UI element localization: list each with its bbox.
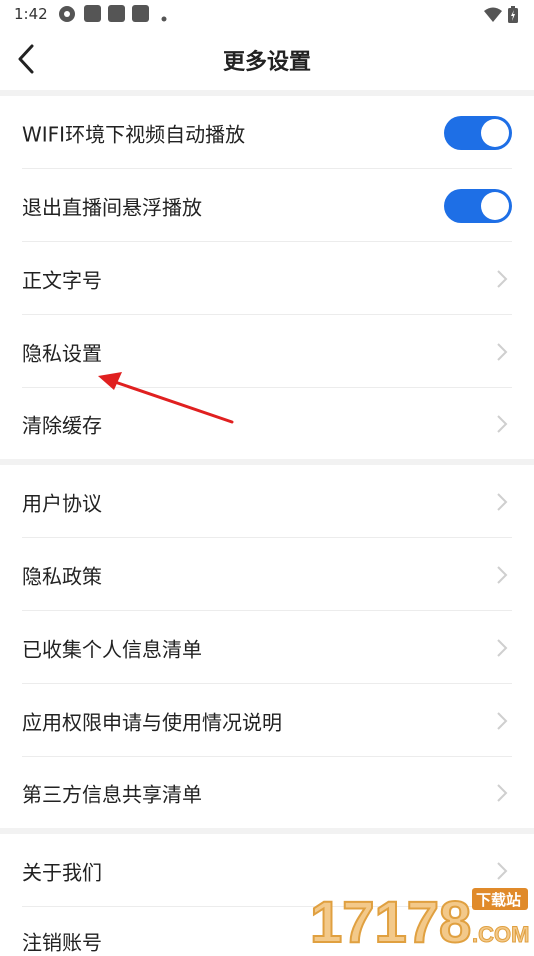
- header: 更多设置: [0, 28, 534, 90]
- svg-text:下载站: 下载站: [476, 891, 521, 909]
- chevron-right-icon: [497, 565, 508, 584]
- watermark-17178-logo: 17178 下载站 .COM: [309, 888, 530, 956]
- chevron-right-icon: [497, 269, 508, 288]
- setting-label: 用户协议: [22, 491, 102, 515]
- app-notification-icon: [58, 5, 76, 27]
- setting-row-permissions[interactable]: 应用权限申请与使用情况说明: [0, 684, 534, 757]
- setting-row-privacy-policy[interactable]: 隐私政策: [0, 538, 534, 611]
- setting-label: 清除缓存: [22, 413, 102, 437]
- floating-play-toggle[interactable]: [444, 188, 512, 223]
- setting-label: WIFI环境下视频自动播放: [22, 122, 246, 146]
- setting-label: 第三方信息共享清单: [22, 782, 202, 806]
- chevron-right-icon: [497, 492, 508, 511]
- svg-text:17178: 17178: [310, 890, 471, 950]
- setting-label: 退出直播间悬浮播放: [22, 195, 202, 219]
- status-bar: 1:42: [0, 0, 534, 28]
- setting-label: 隐私政策: [22, 564, 102, 588]
- setting-row-clear-cache[interactable]: 清除缓存: [0, 388, 534, 459]
- status-time: 1:42: [14, 5, 48, 23]
- setting-row-third-party-sharing[interactable]: 第三方信息共享清单: [0, 757, 534, 828]
- setting-label: 关于我们: [22, 860, 102, 884]
- setting-label: 注销账号: [22, 930, 102, 955]
- setting-label: 隐私设置: [22, 341, 102, 365]
- more-notifications-dot-icon: [160, 8, 168, 27]
- notification-icon: [108, 5, 125, 22]
- chevron-right-icon: [497, 638, 508, 657]
- setting-label: 正文字号: [22, 268, 102, 292]
- setting-row-collected-info[interactable]: 已收集个人信息清单: [0, 611, 534, 684]
- toggle-knob: [481, 191, 509, 220]
- wifi-icon: [484, 7, 502, 27]
- chevron-right-icon: [497, 711, 508, 730]
- watermark-logo: 17178 下载站 .COM: [304, 880, 534, 956]
- setting-row-font-size[interactable]: 正文字号: [0, 242, 534, 315]
- setting-row-floating-play[interactable]: 退出直播间悬浮播放: [0, 169, 534, 242]
- setting-label: 应用权限申请与使用情况说明: [22, 710, 282, 734]
- setting-row-wifi-autoplay[interactable]: WIFI环境下视频自动播放: [0, 96, 534, 169]
- setting-row-user-agreement[interactable]: 用户协议: [0, 465, 534, 538]
- chevron-right-icon: [497, 861, 508, 880]
- wifi-autoplay-toggle[interactable]: [444, 115, 512, 150]
- chevron-right-icon: [497, 783, 508, 802]
- battery-icon: [508, 6, 518, 27]
- notification-icon: [132, 5, 149, 22]
- notification-icon: [84, 5, 101, 22]
- chevron-right-icon: [497, 414, 508, 433]
- toggle-knob: [481, 118, 509, 147]
- svg-text:.COM: .COM: [472, 922, 529, 947]
- setting-label: 已收集个人信息清单: [22, 637, 202, 661]
- chevron-right-icon: [497, 342, 508, 361]
- setting-row-privacy-settings[interactable]: 隐私设置: [0, 315, 534, 388]
- page-title: 更多设置: [222, 50, 311, 75]
